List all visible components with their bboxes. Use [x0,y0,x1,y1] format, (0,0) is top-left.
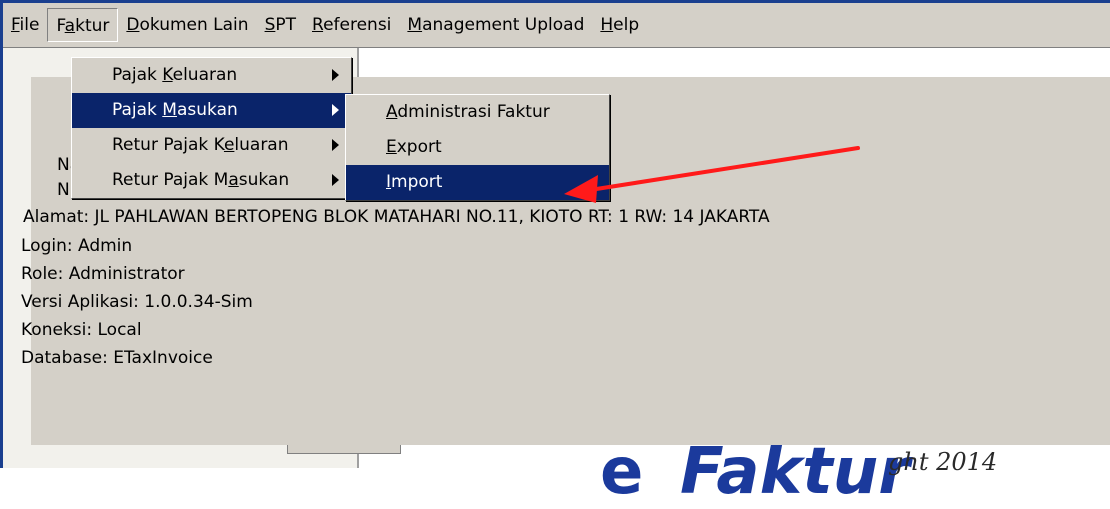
annotation-arrow-icon [564,146,860,203]
